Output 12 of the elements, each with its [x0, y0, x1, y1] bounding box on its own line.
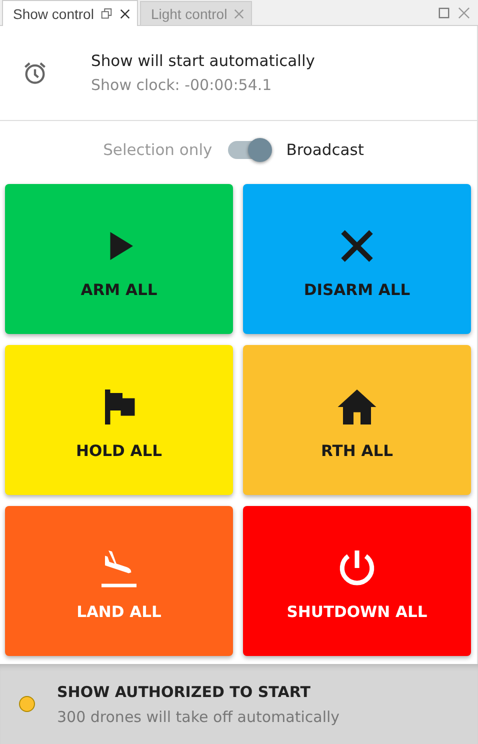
tab[interactable]: Show control [2, 0, 138, 26]
command-button[interactable]: ARM ALL [5, 184, 233, 334]
command-button[interactable]: DISARM ALL [243, 184, 471, 334]
status-title: SHOW AUTHORIZED TO START [57, 682, 312, 700]
status-message: 300 drones will take off automatically [57, 708, 340, 726]
command-button[interactable]: RTH ALL [243, 345, 471, 495]
clock-title: Show will start automatically [91, 52, 315, 70]
toggle-label: Broadcast [286, 141, 364, 159]
command-button[interactable]: SHUTDOWN ALL [243, 506, 471, 656]
toggle-label: Selection only [103, 141, 212, 159]
command-button[interactable]: HOLD ALL [5, 345, 233, 495]
show-clock: Show clock: -00:00:54.1 [91, 76, 273, 94]
